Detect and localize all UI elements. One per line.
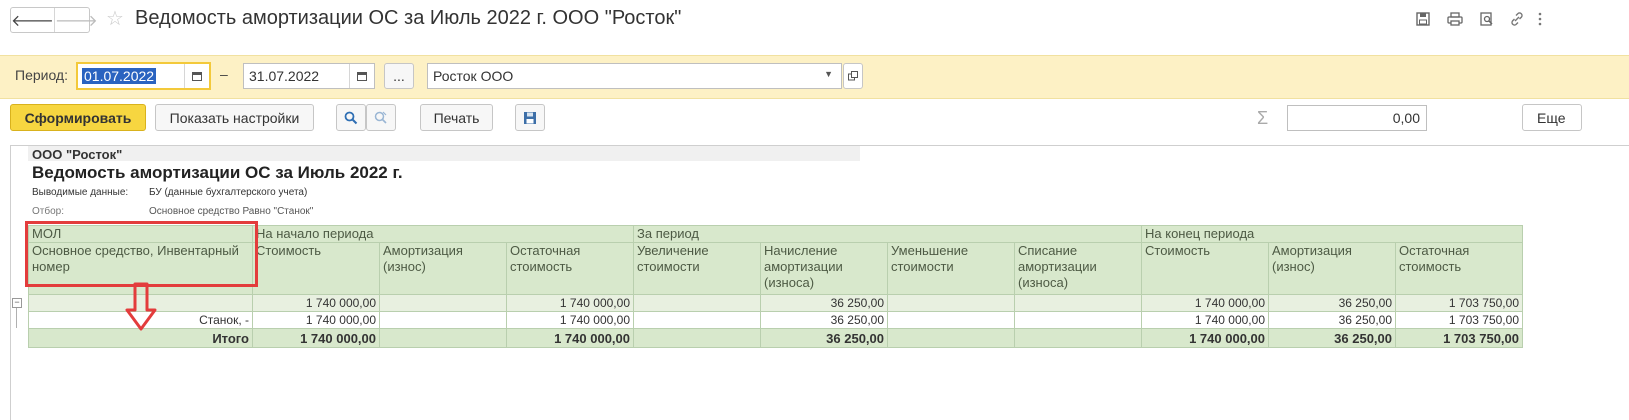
cell-amort-end: 36 250,00 bbox=[1268, 328, 1396, 348]
search-clear-button[interactable] bbox=[366, 104, 396, 131]
output-value: БУ (данные бухгалтерского учета) bbox=[149, 187, 308, 198]
group-row[interactable]: 1 740 000,00 1 740 000,00 36 250,00 1 74… bbox=[28, 294, 1523, 312]
cell-decrease bbox=[887, 328, 1015, 348]
period-from-value: 01.07.2022 bbox=[82, 68, 157, 84]
dropdown-arrow-icon[interactable]: ▼ bbox=[824, 69, 833, 79]
preview-icon[interactable] bbox=[1478, 10, 1496, 28]
save-report-button[interactable] bbox=[515, 104, 545, 131]
favorite-star-icon[interactable]: ☆ bbox=[106, 6, 124, 31]
period-to-field[interactable]: 31.07.2022 bbox=[243, 63, 375, 89]
header-cost: Стоимость bbox=[252, 242, 380, 295]
cell-residual-end: 1 703 750,00 bbox=[1395, 328, 1523, 348]
header-accrual: Начисление амортизации (износа) bbox=[760, 242, 888, 295]
period-dash: – bbox=[220, 66, 228, 82]
report-title: Ведомость амортизации ОС за Июль 2022 г. bbox=[32, 163, 403, 182]
highlight-box bbox=[25, 221, 258, 287]
report-organization: ООО "Росток" bbox=[32, 147, 123, 162]
cell-cost-end: 1 740 000,00 bbox=[1141, 294, 1269, 312]
cell-amort bbox=[379, 311, 507, 329]
open-icon bbox=[848, 71, 858, 81]
cell-accrual: 36 250,00 bbox=[760, 294, 888, 312]
cell-decrease bbox=[887, 311, 1015, 329]
cell-increase bbox=[633, 328, 761, 348]
header-start-period: На начало периода bbox=[252, 225, 634, 243]
forward-button[interactable]: 🡒 bbox=[53, 8, 98, 32]
header-during-period: За период bbox=[633, 225, 1142, 243]
header-writeoff: Списание амортизации (износа) bbox=[1014, 242, 1142, 295]
output-label: Выводимые данные: bbox=[32, 187, 129, 198]
calendar-from-button[interactable] bbox=[184, 64, 209, 88]
cell-cost: 1 740 000,00 bbox=[252, 311, 380, 329]
back-button[interactable]: 🡐 bbox=[11, 8, 54, 32]
window-title: Ведомость амортизации ОС за Июль 2022 г.… bbox=[135, 7, 682, 29]
header-increase: Увеличение стоимости bbox=[633, 242, 761, 295]
cell-residual: 1 740 000,00 bbox=[506, 294, 634, 312]
header-amortization-end: Амортизация (износ) bbox=[1268, 242, 1396, 295]
sum-icon: Σ bbox=[1257, 108, 1269, 128]
cell-amort-end: 36 250,00 bbox=[1268, 311, 1396, 329]
total-row[interactable]: Итого 1 740 000,00 1 740 000,00 36 250,0… bbox=[28, 328, 1523, 348]
header-cost-end: Стоимость bbox=[1141, 242, 1269, 295]
print-button[interactable]: Печать bbox=[420, 104, 493, 131]
calendar-icon bbox=[192, 71, 202, 81]
cell-residual-end: 1 703 750,00 bbox=[1395, 294, 1523, 312]
period-select-button[interactable]: ... bbox=[384, 63, 414, 89]
organization-field[interactable]: Росток ООО ▼ bbox=[427, 63, 842, 89]
cell-increase bbox=[633, 294, 761, 312]
cell-decrease bbox=[887, 294, 1015, 312]
cell-writeoff bbox=[1014, 328, 1142, 348]
save-icon bbox=[524, 111, 536, 124]
link-icon[interactable] bbox=[1508, 10, 1526, 28]
filter-label: Отбор: bbox=[32, 206, 64, 217]
collapse-group-icon[interactable]: − bbox=[12, 298, 22, 308]
period-label: Период: bbox=[15, 67, 68, 83]
header-end-period: На конец периода bbox=[1141, 225, 1523, 243]
nav-button-group: 🡐 🡒 bbox=[10, 7, 98, 33]
header-decrease: Уменьшение стоимости bbox=[887, 242, 1015, 295]
cell-cost: 1 740 000,00 bbox=[252, 294, 380, 312]
cell-amort bbox=[379, 328, 507, 348]
cell-accrual: 36 250,00 bbox=[760, 328, 888, 348]
header-residual: Остаточная стоимость bbox=[506, 242, 634, 295]
arrow-left-icon: 🡐 bbox=[11, 12, 54, 30]
open-organization-button[interactable] bbox=[843, 63, 863, 89]
filter-value: Основное средство Равно "Станок" bbox=[149, 206, 314, 217]
header-residual-end: Остаточная стоимость bbox=[1395, 242, 1523, 295]
arrow-right-icon: 🡒 bbox=[54, 12, 98, 30]
show-settings-button[interactable]: Показать настройки bbox=[155, 104, 314, 131]
cell-accrual: 36 250,00 bbox=[760, 311, 888, 329]
cell-cost-end: 1 740 000,00 bbox=[1141, 311, 1269, 329]
cell-residual-end: 1 703 750,00 bbox=[1395, 311, 1523, 329]
cell-amort-end: 36 250,00 bbox=[1268, 294, 1396, 312]
generate-button[interactable]: Сформировать bbox=[10, 104, 146, 131]
cell-residual: 1 740 000,00 bbox=[506, 311, 634, 329]
search-button[interactable] bbox=[336, 104, 366, 131]
calendar-to-button[interactable] bbox=[349, 64, 374, 88]
cell-cost: 1 740 000,00 bbox=[252, 328, 380, 348]
cell-residual: 1 740 000,00 bbox=[506, 328, 634, 348]
more-icon[interactable] bbox=[1530, 10, 1550, 28]
cell-cost-end: 1 740 000,00 bbox=[1141, 328, 1269, 348]
period-to-value: 31.07.2022 bbox=[249, 68, 320, 84]
search-icon bbox=[344, 111, 358, 124]
down-arrow-annotation-icon bbox=[125, 282, 157, 331]
sum-value: 0,00 bbox=[1392, 110, 1420, 126]
cell-increase bbox=[633, 311, 761, 329]
detail-row[interactable]: Станок, - 1 740 000,00 1 740 000,00 36 2… bbox=[28, 311, 1523, 329]
search-clear-icon bbox=[374, 111, 387, 124]
sum-field[interactable]: 0,00 bbox=[1287, 105, 1427, 131]
organization-value: Росток ООО bbox=[433, 68, 514, 84]
more-button[interactable]: Еще bbox=[1522, 104, 1582, 131]
cell-writeoff bbox=[1014, 294, 1142, 312]
tree-line bbox=[16, 308, 17, 328]
org-header-bar bbox=[28, 146, 860, 161]
print-icon[interactable] bbox=[1446, 10, 1464, 28]
period-from-field[interactable]: 01.07.2022 bbox=[76, 62, 211, 90]
cell-writeoff bbox=[1014, 311, 1142, 329]
header-amortization: Амортизация (износ) bbox=[379, 242, 507, 295]
save-icon[interactable] bbox=[1414, 10, 1432, 28]
cell-amort bbox=[379, 294, 507, 312]
calendar-icon bbox=[357, 71, 367, 81]
